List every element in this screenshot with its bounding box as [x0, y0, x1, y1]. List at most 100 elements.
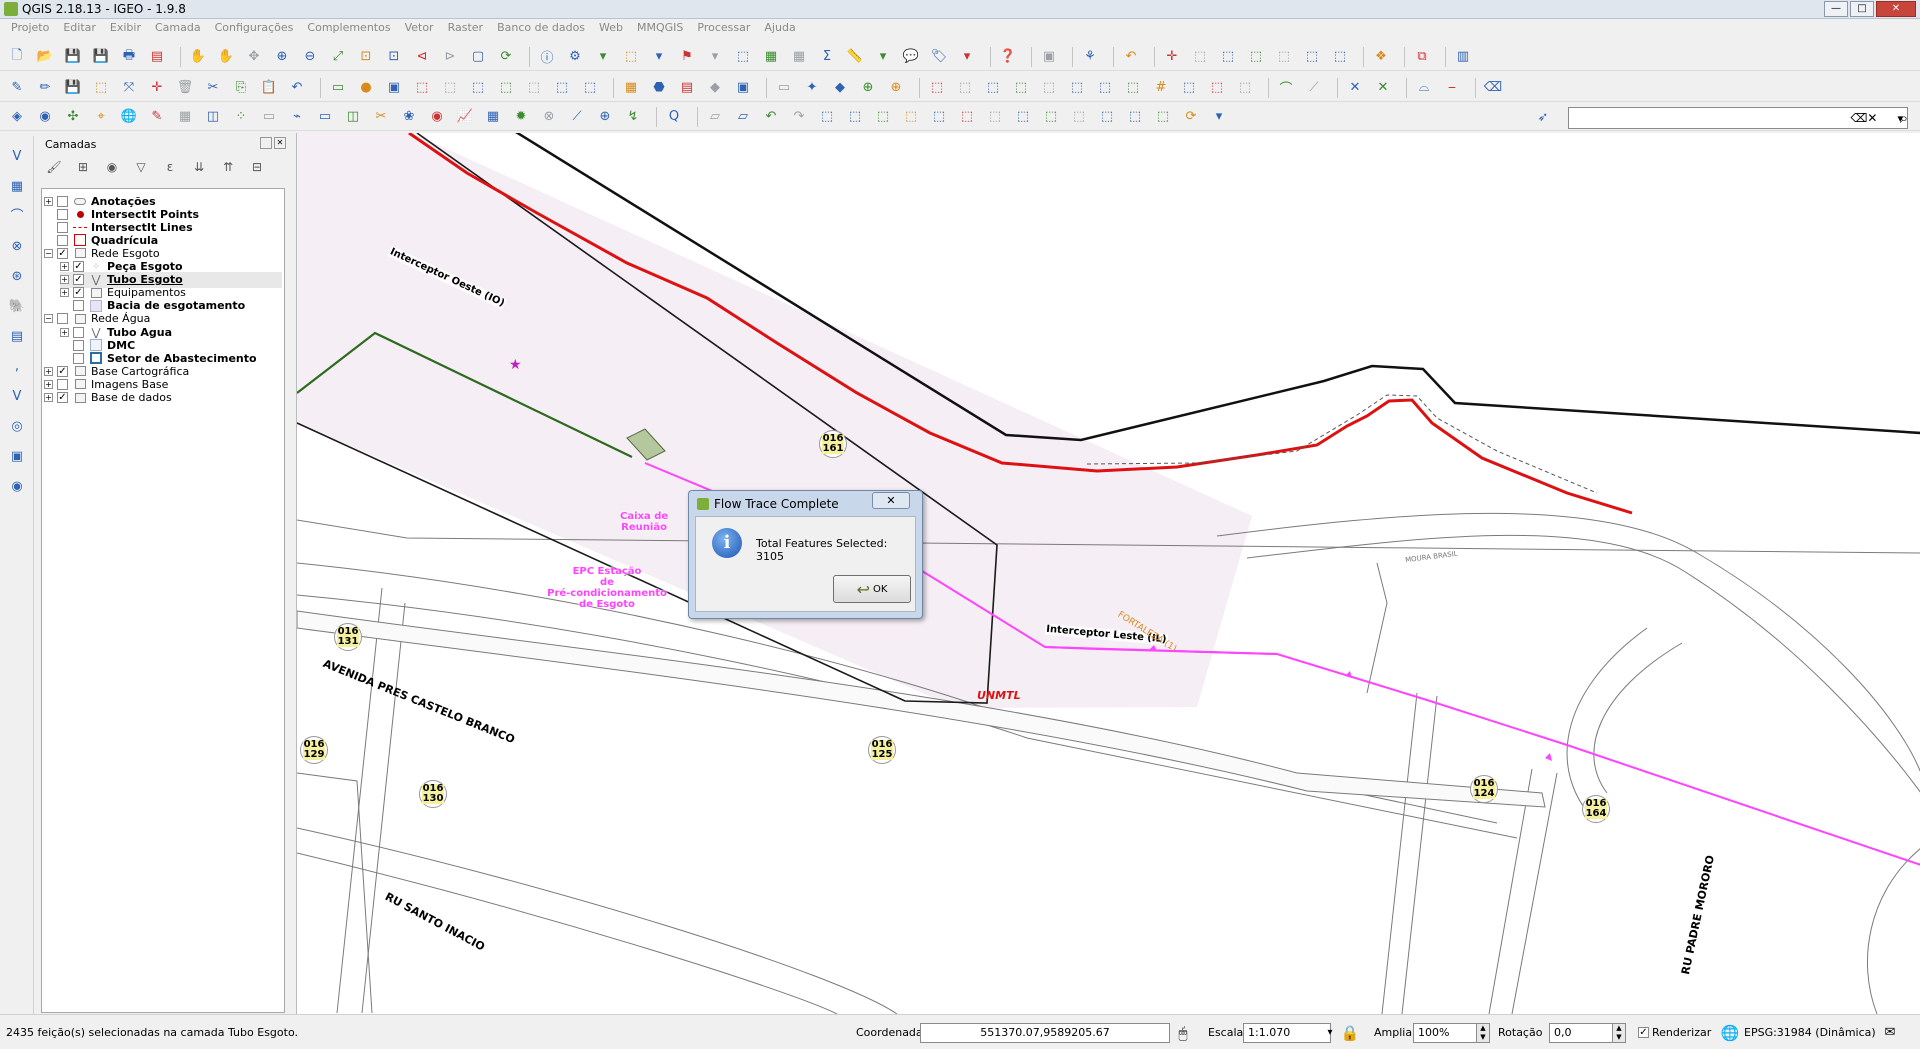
- plugin-k-icon[interactable]: ▦: [482, 106, 504, 128]
- chevron-down-icon[interactable]: ▾: [956, 46, 978, 68]
- quick-query-icon[interactable]: Q: [663, 106, 685, 128]
- label-tool-6-icon[interactable]: ⬚: [467, 77, 489, 99]
- chevron-down-icon[interactable]: ▾: [592, 46, 614, 68]
- graph-4-icon[interactable]: ↷: [788, 106, 810, 128]
- plugin-6-icon[interactable]: ✦: [801, 77, 823, 99]
- menu-camada[interactable]: Camada: [148, 21, 208, 34]
- label-tool-7-icon[interactable]: ⬚: [495, 77, 517, 99]
- plugin-i-icon[interactable]: ◉: [426, 106, 448, 128]
- dialog-close-button[interactable]: ✕: [872, 492, 910, 509]
- remove-layer-icon[interactable]: ⊟: [246, 156, 268, 178]
- layer-visibility-checkbox[interactable]: [57, 195, 68, 207]
- crs-label[interactable]: EPSG:31984 (Dinâmica): [1744, 1026, 1876, 1039]
- ok-button[interactable]: ↩ OK: [833, 575, 911, 603]
- statistics-icon[interactable]: Σ: [816, 46, 838, 68]
- save-edits-icon[interactable]: 💾: [62, 77, 84, 99]
- undo-icon[interactable]: ↶: [286, 77, 308, 99]
- minimize-button[interactable]: —: [1824, 1, 1848, 17]
- menu-processar[interactable]: Processar: [690, 21, 757, 34]
- new-map-view-icon[interactable]: ▢: [467, 46, 489, 68]
- layer-tree-item[interactable]: + ✓ Base de dados: [44, 390, 282, 406]
- plugin-a-icon[interactable]: ▦: [174, 106, 196, 128]
- delete-selected-icon[interactable]: 🗑: [174, 77, 196, 99]
- float-panel-button[interactable]: [260, 137, 272, 149]
- add-group-icon[interactable]: ⊞: [72, 156, 94, 178]
- graph-11-icon[interactable]: ⬚: [984, 106, 1006, 128]
- close-window-button[interactable]: ✕: [1876, 1, 1916, 17]
- binoculars-icon[interactable]: ⌖: [90, 106, 112, 128]
- menu-complementos[interactable]: Complementos: [300, 21, 397, 34]
- layer-visibility-checkbox[interactable]: [57, 313, 68, 325]
- zoom-to-selection-icon[interactable]: ⊡: [355, 46, 377, 68]
- pencil-icon[interactable]: ✎: [146, 106, 168, 128]
- menu-editar[interactable]: Editar: [56, 21, 103, 34]
- menu-vetor[interactable]: Vetor: [398, 21, 441, 34]
- coordinate-field[interactable]: 551370.07,9589205.67: [920, 1023, 1170, 1043]
- layer-visibility-checkbox[interactable]: [73, 300, 84, 312]
- label-tool-1-icon[interactable]: ▭: [327, 77, 349, 99]
- chevron-down-icon[interactable]: ▾: [872, 46, 894, 68]
- layer-visibility-checkbox[interactable]: [73, 352, 84, 364]
- styles-icon[interactable]: ◉: [34, 106, 56, 128]
- processing-icon[interactable]: ✣: [62, 106, 84, 128]
- tool-4-icon[interactable]: ⬚: [1273, 46, 1295, 68]
- intersect-2-icon[interactable]: ✕: [1372, 77, 1394, 99]
- graph-8-icon[interactable]: ⬚: [900, 106, 922, 128]
- locate-icon[interactable]: ➶: [1532, 106, 1554, 128]
- text-annotation-icon[interactable]: 💬: [900, 46, 922, 68]
- intersect-1-icon[interactable]: ✕: [1344, 77, 1366, 99]
- arc-icon[interactable]: ⌓: [1413, 77, 1435, 99]
- label-tool-2-icon[interactable]: ●: [355, 77, 377, 99]
- identify-icon[interactable]: ⓘ: [536, 46, 558, 68]
- globe-icon[interactable]: 🌐: [118, 106, 140, 128]
- add-spatialite-icon[interactable]: ▤: [6, 326, 28, 348]
- zoom-last-icon[interactable]: ⊲: [411, 46, 433, 68]
- deselect-icon[interactable]: ⬚: [732, 46, 754, 68]
- chevron-down-icon[interactable]: ▾: [704, 46, 726, 68]
- move-feature-icon[interactable]: ⤧: [118, 77, 140, 99]
- plugin-f-icon[interactable]: ◫: [342, 106, 364, 128]
- graph-9-icon[interactable]: ⬚: [928, 106, 950, 128]
- digitize-5-icon[interactable]: ⬚: [1038, 77, 1060, 99]
- plugin-j-icon[interactable]: 📈: [454, 106, 476, 128]
- python-console-icon[interactable]: ▣: [1038, 46, 1060, 68]
- plugin-3-icon[interactable]: ▤: [676, 77, 698, 99]
- label-tool-3-icon[interactable]: ▣: [383, 77, 405, 99]
- zoom-next-icon[interactable]: ⊳: [439, 46, 461, 68]
- digitize-3-icon[interactable]: ⬚: [982, 77, 1004, 99]
- tool-6-icon[interactable]: ⬚: [1329, 46, 1351, 68]
- menu-web[interactable]: Web: [592, 21, 630, 34]
- plugin-m-icon[interactable]: ⊗: [538, 106, 560, 128]
- new-print-composer-icon[interactable]: 🖶: [118, 46, 140, 68]
- help-icon[interactable]: ❓: [997, 46, 1019, 68]
- open-attribute-table-icon[interactable]: ▦: [760, 46, 782, 68]
- render-checkbox[interactable]: ✓: [1638, 1027, 1649, 1038]
- plugin-8-icon[interactable]: ⊕: [857, 77, 879, 99]
- snapping-grid-icon[interactable]: #: [1150, 77, 1172, 99]
- pan-to-selection-icon[interactable]: ✥: [243, 46, 265, 68]
- label-tool-8-icon[interactable]: ⬚: [523, 77, 545, 99]
- expand-icon[interactable]: +: [44, 379, 53, 389]
- add-oracle-icon[interactable]: ◉: [6, 476, 28, 498]
- plugin-1-icon[interactable]: ▦: [620, 77, 642, 99]
- menu-projeto[interactable]: Projeto: [4, 21, 56, 34]
- close-panel-button[interactable]: ✕: [274, 137, 286, 149]
- cut-icon[interactable]: ✂: [202, 77, 224, 99]
- add-wcs-icon[interactable]: ◎: [6, 416, 28, 438]
- plugin-o-icon[interactable]: ⊕: [594, 106, 616, 128]
- new-project-icon[interactable]: 🗋: [6, 46, 28, 68]
- select-by-value-icon[interactable]: ⚑: [676, 46, 698, 68]
- add-vector-icon[interactable]: V: [6, 146, 28, 168]
- plugin-p-icon[interactable]: ↯: [622, 106, 644, 128]
- eye-visibility-icon[interactable]: ◉: [101, 156, 123, 178]
- eraser-icon[interactable]: ⌫: [1482, 77, 1504, 99]
- digitize-11-icon[interactable]: ⬚: [1234, 77, 1256, 99]
- expand-icon[interactable]: +: [44, 393, 53, 402]
- graph-13-icon[interactable]: ⬚: [1040, 106, 1062, 128]
- graph-10-icon[interactable]: ⬚: [956, 106, 978, 128]
- plugin-e-icon[interactable]: ▭: [314, 106, 336, 128]
- expand-icon[interactable]: +: [44, 366, 53, 376]
- plugin-5-icon[interactable]: ▣: [732, 77, 754, 99]
- zoom-full-icon[interactable]: ⤢: [327, 46, 349, 68]
- plugin-9-icon[interactable]: ⊕: [885, 77, 907, 99]
